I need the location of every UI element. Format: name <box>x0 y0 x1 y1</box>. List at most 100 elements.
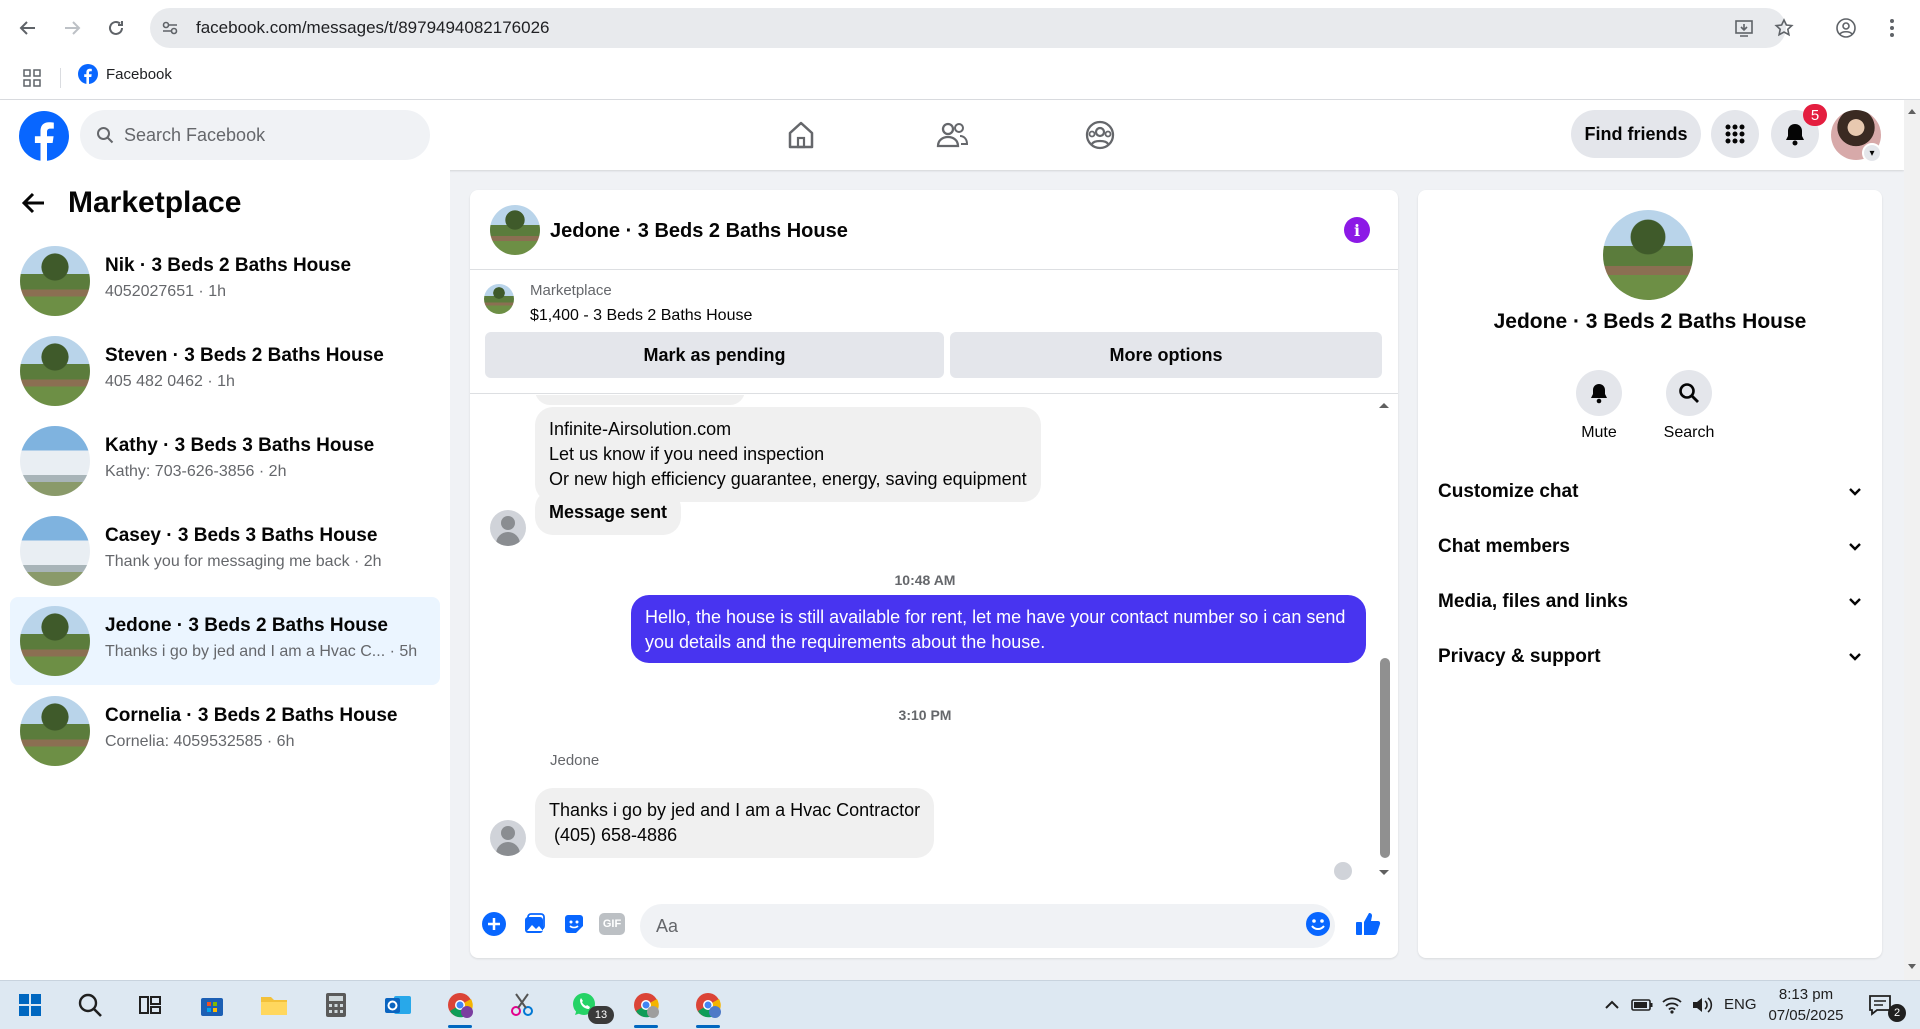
conversation-title: Casey · 3 Beds 3 Baths House <box>105 525 378 546</box>
account-icon[interactable] <box>1830 12 1862 44</box>
search-label: Search <box>1663 424 1715 441</box>
sticker-icon[interactable] <box>560 910 588 938</box>
chrome-profile-icon-2[interactable] <box>628 988 664 1022</box>
page-scrollbar[interactable] <box>1904 100 1920 980</box>
more-options-button[interactable]: More options <box>950 332 1382 378</box>
browser-menu-icon[interactable] <box>1876 12 1908 44</box>
plus-circle-icon[interactable] <box>480 910 508 938</box>
chat-members-section[interactable]: Chat members <box>1438 527 1862 567</box>
facebook-search-box[interactable]: Search Facebook <box>80 110 430 160</box>
conversation-avatar <box>20 336 90 406</box>
emoji-icon[interactable] <box>1304 910 1332 938</box>
language-indicator[interactable]: ENG <box>1724 996 1757 1013</box>
facebook-favicon-icon <box>78 64 98 84</box>
apps-grid-icon[interactable] <box>16 62 48 94</box>
clock[interactable]: 8:13 pm 07/05/2025 <box>1766 984 1846 1026</box>
info-icon[interactable]: i <box>1344 217 1370 243</box>
forward-icon[interactable] <box>56 12 88 44</box>
conversation-title: Steven · 3 Beds 2 Baths House <box>105 345 384 366</box>
chevron-down-icon <box>1849 653 1861 661</box>
message-bubble: Infinite-Airsolution.com Let us know if … <box>535 407 1041 502</box>
bookmark-divider <box>60 68 61 88</box>
thumbs-up-icon[interactable] <box>1354 910 1382 938</box>
volume-icon[interactable] <box>1684 988 1720 1022</box>
bookmarks-bar <box>0 56 1920 100</box>
conversation-preview: Thank you for messaging me back · 2h <box>105 553 382 570</box>
back-icon[interactable] <box>12 12 44 44</box>
message-text: (405) 658-4886 <box>549 825 678 845</box>
menu-grid-icon[interactable] <box>1711 110 1759 158</box>
sender-avatar[interactable] <box>490 820 526 856</box>
chrome-profile-icon[interactable] <box>442 988 478 1022</box>
conversation-item[interactable]: Steven · 3 Beds 2 Baths House 405 482 046… <box>10 327 440 415</box>
message-input[interactable] <box>640 904 1335 948</box>
message-text: Message sent <box>549 502 668 522</box>
sender-name: Jedone <box>550 752 600 769</box>
conversation-item[interactable]: Kathy · 3 Beds 3 Baths House Kathy: 703-6… <box>10 417 440 505</box>
conversation-title: Kathy · 3 Beds 3 Baths House <box>105 435 375 456</box>
facebook-logo-icon[interactable] <box>19 111 69 161</box>
outlook-icon[interactable] <box>380 988 416 1022</box>
clock-date: 07/05/2025 <box>1768 1007 1844 1024</box>
bookmark-label: Facebook <box>106 65 172 83</box>
mute-button[interactable]: Mute <box>1564 370 1634 442</box>
gif-label: GIF <box>599 913 625 935</box>
search-placeholder: Search Facebook <box>124 124 266 145</box>
notification-badge: 5 <box>1803 104 1827 126</box>
mark-as-pending-button[interactable]: Mark as pending <box>485 332 944 378</box>
customize-chat-section[interactable]: Customize chat <box>1438 472 1862 512</box>
conversation-preview: Thanks i go by jed and I am a Hvac C... … <box>105 643 418 660</box>
bookmark-facebook[interactable]: Facebook <box>78 62 172 86</box>
conversation-info-panel: Jedone · 3 Beds 2 Baths House Mute Searc… <box>1418 190 1882 958</box>
reload-icon[interactable] <box>100 12 132 44</box>
friends-nav-icon[interactable] <box>932 116 972 154</box>
section-label: Privacy & support <box>1438 646 1601 667</box>
home-nav-icon[interactable] <box>781 116 821 154</box>
conversation-item[interactable]: Cornelia · 3 Beds 2 Baths House Cornelia:… <box>10 687 440 775</box>
chrome-profile-icon-3[interactable] <box>690 988 726 1022</box>
info-avatar[interactable] <box>1603 210 1693 300</box>
file-explorer-icon[interactable] <box>256 988 292 1022</box>
chat-title[interactable]: Jedone · 3 Beds 2 Baths House <box>550 220 848 243</box>
active-app-indicator <box>634 1025 658 1028</box>
sidebar-title: Marketplace <box>68 186 242 219</box>
gif-icon[interactable]: GIF <box>598 910 626 938</box>
chat-avatar[interactable] <box>490 205 540 255</box>
listing-title[interactable]: $1,400 - 3 Beds 2 Baths House <box>530 307 752 325</box>
active-app-indicator <box>448 1025 472 1028</box>
bookmark-star-icon[interactable] <box>1768 12 1800 44</box>
windows-start-icon[interactable] <box>12 988 48 1022</box>
back-arrow-icon[interactable] <box>22 192 46 214</box>
conversation-avatar <box>20 246 90 316</box>
scroll-thumb[interactable] <box>1380 658 1390 858</box>
photo-icon[interactable] <box>520 910 548 938</box>
message-bubble-partial <box>535 395 745 405</box>
chevron-down-icon[interactable]: ▾ <box>1862 143 1882 163</box>
notification-center-badge: 2 <box>1888 1004 1906 1022</box>
install-app-icon[interactable] <box>1728 12 1760 44</box>
microsoft-store-icon[interactable] <box>194 988 230 1022</box>
groups-nav-icon[interactable] <box>1080 116 1120 154</box>
listing-thumbnail[interactable] <box>484 284 514 314</box>
privacy-support-section[interactable]: Privacy & support <box>1438 637 1862 677</box>
conversation-item[interactable]: Casey · 3 Beds 3 Baths House Thank you fo… <box>10 507 440 595</box>
conversation-preview: 405 482 0462 · 1h <box>105 373 235 390</box>
media-files-links-section[interactable]: Media, files and links <box>1438 582 1862 622</box>
conversation-item[interactable]: Nik · 3 Beds 2 Baths House 4052027651 · 1… <box>10 237 440 325</box>
chat-header: Jedone · 3 Beds 2 Baths House i <box>470 190 1398 270</box>
calculator-icon[interactable] <box>318 988 354 1022</box>
sender-avatar[interactable] <box>490 510 526 546</box>
conversation-item[interactable]: Jedone · 3 Beds 2 Baths House Thanks i go… <box>10 597 440 685</box>
timestamp-separator: 3:10 PM <box>898 707 952 723</box>
search-conversation-button[interactable]: Search <box>1654 370 1724 442</box>
snipping-tool-icon[interactable] <box>504 988 540 1022</box>
find-friends-button[interactable]: Find friends <box>1571 110 1701 158</box>
task-view-icon[interactable] <box>132 988 168 1022</box>
sidebar-header: Marketplace <box>22 186 241 220</box>
bell-icon <box>1591 384 1607 404</box>
site-info-icon[interactable] <box>154 12 186 44</box>
taskbar-search-icon[interactable] <box>72 988 108 1022</box>
conversation-title: Nik · 3 Beds 2 Baths House <box>105 255 352 276</box>
clock-time: 8:13 pm <box>1778 986 1834 1003</box>
url-text[interactable]: facebook.com/messages/t/8979494082176026 <box>196 18 549 38</box>
